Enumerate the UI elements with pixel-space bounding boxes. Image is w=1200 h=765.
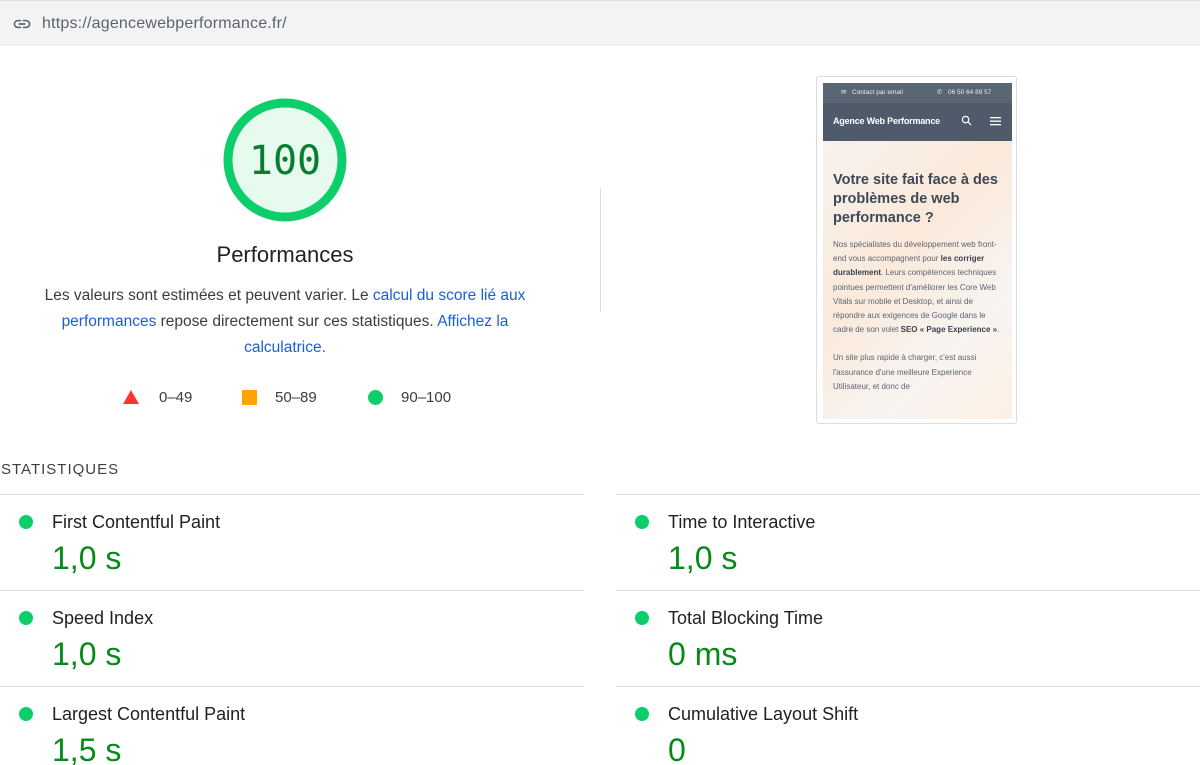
search-icon — [961, 115, 972, 126]
score-value: 100 — [248, 138, 322, 184]
thumb-topbar: ✉ Contact par email ✆ 06 50 64 89 57 — [823, 83, 1012, 103]
square-icon — [242, 389, 257, 405]
thumb-body: Votre site fait face à des problèmes de … — [823, 141, 1012, 419]
metric-value: 0 — [668, 732, 686, 765]
pass-circle-icon — [635, 707, 649, 721]
gauge-title: Performances — [216, 242, 354, 267]
phone-icon: ✆ — [937, 89, 943, 96]
metric-label: Cumulative Layout Shift — [668, 704, 859, 724]
pass-circle-icon — [19, 707, 33, 721]
metric-value: 1,0 s — [52, 636, 122, 672]
mail-icon: ✉ — [841, 89, 847, 96]
thumb-phone: 06 50 64 89 57 — [948, 89, 992, 96]
pass-circle-icon — [19, 515, 33, 529]
metric-total-blocking-time: Total Blocking Time 0 ms — [616, 590, 1200, 686]
page-url-link[interactable]: https://agencewebperformance.fr/ — [42, 15, 287, 33]
url-bar: https://agencewebperformance.fr/ — [0, 0, 1200, 46]
metric-value: 1,0 s — [52, 540, 122, 576]
circle-icon — [368, 389, 383, 405]
legend-item-fail: 0–49 — [123, 386, 192, 408]
legend-range: 0–49 — [159, 388, 193, 406]
thumb-text: . — [997, 325, 1000, 335]
metric-label: First Contentful Paint — [52, 512, 221, 532]
divider — [600, 188, 601, 312]
thumb-text-bold: SEO « Page Experience » — [900, 325, 998, 335]
stats-heading: STATISTIQUES — [1, 461, 120, 478]
menu-icon — [990, 117, 1001, 126]
metric-value: 1,0 s — [668, 540, 738, 576]
thumb-text: Un site plus rapide à charger, c'est aus… — [833, 353, 977, 391]
score-description: Les valeurs sont estimées et peuvent var… — [30, 283, 540, 361]
metric-label: Total Blocking Time — [668, 608, 824, 628]
score-legend: 0–49 50–89 90–100 — [0, 386, 570, 408]
pass-circle-icon — [635, 611, 649, 625]
thumb-email: Contact par email — [852, 89, 903, 96]
pass-circle-icon — [19, 611, 33, 625]
metric-largest-contentful-paint: Largest Contentful Paint 1,5 s — [0, 686, 584, 765]
pass-circle-icon — [635, 515, 649, 529]
legend-item-average: 50–89 — [242, 386, 317, 408]
thumb-navbar: Agence Web Performance — [823, 103, 1012, 141]
metric-speed-index: Speed Index 1,0 s — [0, 590, 584, 686]
page-screenshot-thumbnail[interactable]: ✉ Contact par email ✆ 06 50 64 89 57 Age… — [816, 76, 1017, 424]
link-icon — [13, 19, 31, 29]
metric-cumulative-layout-shift: Cumulative Layout Shift 0 — [616, 686, 1200, 765]
thumb-paragraph: Nos spécialistes du développement web fr… — [833, 238, 1005, 394]
legend-item-pass: 90–100 — [368, 386, 451, 408]
metric-label: Speed Index — [52, 608, 154, 628]
thumb-brand: Agence Web Performance — [833, 116, 940, 126]
metric-label: Largest Contentful Paint — [52, 704, 246, 724]
desc-text-1: Les valeurs sont estimées et peuvent var… — [44, 287, 373, 304]
thumb-headline: Votre site fait face à des problèmes de … — [833, 172, 998, 226]
metric-first-contentful-paint: First Contentful Paint 1,0 s — [0, 494, 584, 590]
legend-range: 50–89 — [275, 388, 317, 406]
desc-text-2: repose directement sur ces statistiques. — [156, 313, 438, 330]
metric-value: 1,5 s — [52, 732, 122, 765]
metric-label: Time to Interactive — [668, 512, 816, 532]
legend-range: 90–100 — [401, 388, 452, 406]
metric-time-to-interactive: Time to Interactive 1,0 s — [616, 494, 1200, 590]
triangle-icon — [123, 390, 139, 404]
metric-value: 0 ms — [668, 636, 738, 672]
